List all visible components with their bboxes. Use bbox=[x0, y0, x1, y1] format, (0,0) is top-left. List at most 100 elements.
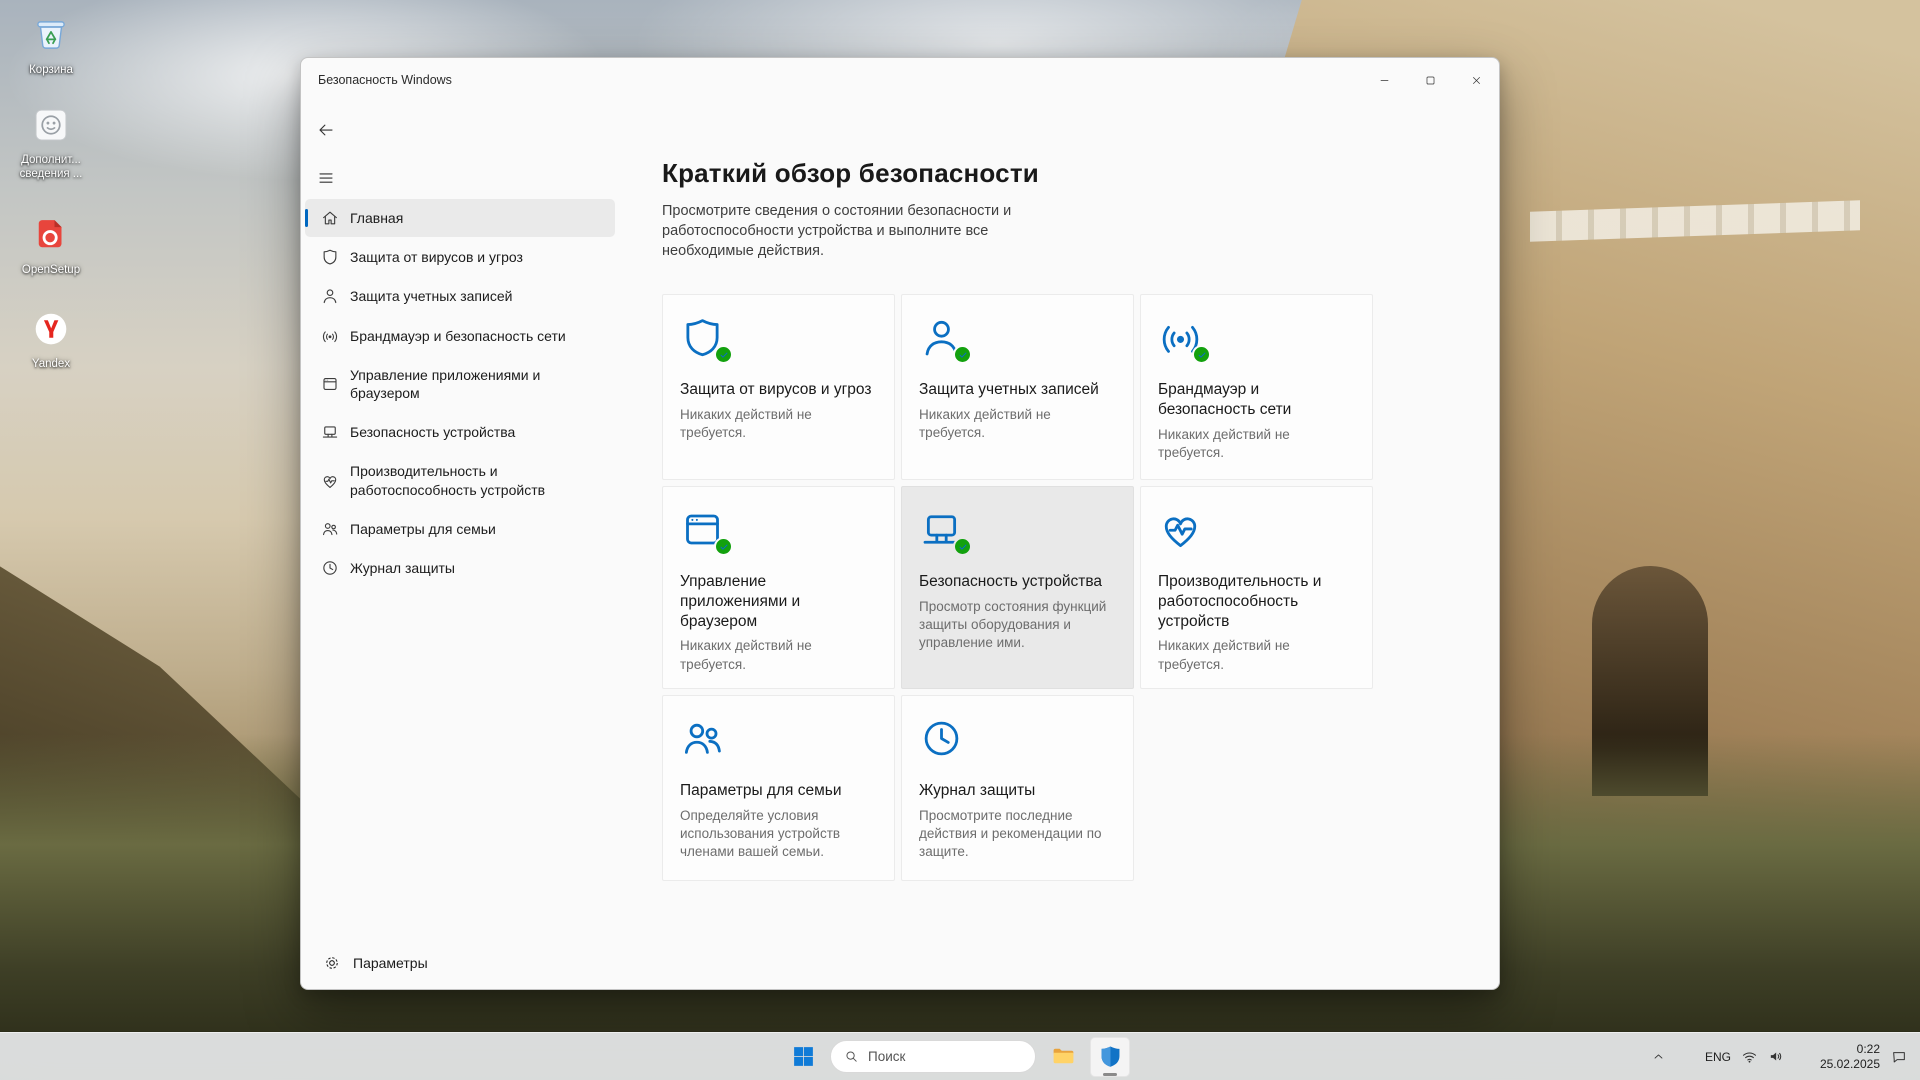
card-firewall-network[interactable]: Брандмауэр и безопасность сети Никаких д… bbox=[1140, 294, 1373, 480]
device-icon bbox=[919, 507, 972, 556]
wifi-button[interactable] bbox=[1736, 1037, 1763, 1077]
opensetup-icon bbox=[30, 214, 72, 261]
desktop-icon-recycle-bin[interactable]: Корзина bbox=[10, 14, 92, 78]
defender-shield-icon bbox=[1098, 1044, 1123, 1069]
search-icon bbox=[844, 1049, 859, 1064]
windows-security-window: Безопасность Windows Главная Защита от в… bbox=[300, 57, 1500, 990]
start-button[interactable] bbox=[783, 1037, 823, 1077]
person-icon bbox=[919, 315, 972, 364]
shield-icon bbox=[680, 315, 733, 364]
card-status: Никаких действий не требуется. bbox=[1158, 638, 1290, 672]
card-family-options[interactable]: Параметры для семьи Определяйте условия … bbox=[662, 694, 895, 881]
sidebar-item-device-security[interactable]: Безопасность устройства bbox=[305, 413, 615, 451]
sidebar-item-label: Брандмауэр и безопасность сети bbox=[350, 327, 566, 344]
card-status: Никаких действий не требуется. bbox=[919, 406, 1051, 441]
clock[interactable]: 0:22 25.02.2025 bbox=[1802, 1042, 1880, 1072]
security-cards-grid: Защита от вирусов и угроз Никаких действ… bbox=[662, 294, 1469, 881]
search-input[interactable] bbox=[868, 1049, 1008, 1064]
page-title: Краткий обзор безопасности bbox=[662, 158, 1039, 188]
sidebar-settings-button[interactable]: Параметры bbox=[301, 939, 619, 989]
tray-time: 0:22 bbox=[1856, 1041, 1880, 1056]
info-file-icon bbox=[30, 104, 72, 151]
notification-center-button[interactable] bbox=[1886, 1037, 1912, 1077]
windows-security-taskbar-button[interactable] bbox=[1090, 1036, 1130, 1077]
chevron-up-icon bbox=[1651, 1049, 1666, 1064]
sidebar-item-virus-protection[interactable]: Защита от вирусов и угроз bbox=[305, 238, 615, 276]
sidebar-item-label: Управление приложениями и браузером bbox=[350, 366, 541, 401]
desktop-icon-opensetup[interactable]: OpenSetup bbox=[10, 214, 92, 278]
green-check-icon bbox=[1192, 345, 1211, 364]
family-icon bbox=[321, 520, 339, 538]
card-title: Защита от вирусов и угроз bbox=[680, 381, 872, 398]
apps-icon bbox=[321, 375, 339, 393]
sidebar-item-home[interactable]: Главная bbox=[305, 199, 615, 238]
language-indicator[interactable]: ENG bbox=[1700, 1037, 1736, 1077]
card-account-protection[interactable]: Защита учетных записей Никаких действий … bbox=[901, 294, 1134, 480]
card-title: Брандмауэр и безопасность сети bbox=[1158, 381, 1292, 418]
card-title: Управление приложениями и браузером bbox=[680, 573, 801, 630]
green-check-icon bbox=[714, 345, 733, 364]
desktop-icon-label: OpenSetup bbox=[21, 264, 81, 276]
sidebar-item-family-options[interactable]: Параметры для семьи bbox=[305, 510, 615, 548]
card-title: Производительность и работоспособность у… bbox=[1158, 573, 1322, 630]
gear-icon bbox=[323, 954, 341, 972]
green-check-icon bbox=[953, 537, 972, 556]
sidebar-item-label: Безопасность устройства bbox=[350, 424, 516, 441]
card-device-security[interactable]: Безопасность устройства Просмотр состоян… bbox=[901, 486, 1134, 689]
speaker-icon bbox=[1768, 1048, 1785, 1065]
person-icon bbox=[321, 287, 339, 305]
desktop-icon-yandex[interactable]: Yandex bbox=[10, 308, 92, 372]
desktop-icon-additional-info[interactable]: Дополнит... сведения ... bbox=[10, 104, 92, 182]
sidebar-item-label: Главная bbox=[350, 210, 404, 226]
card-app-browser-control[interactable]: Управление приложениями и браузером Ника… bbox=[662, 486, 895, 689]
card-device-health[interactable]: Производительность и работоспособность у… bbox=[1140, 486, 1373, 689]
folder-icon bbox=[1051, 1044, 1076, 1069]
sidebar-item-protection-history[interactable]: Журнал защиты bbox=[305, 549, 615, 587]
card-status: Никаких действий не требуется. bbox=[1158, 426, 1290, 460]
health-icon bbox=[1158, 507, 1206, 553]
history-icon bbox=[919, 716, 967, 762]
card-status: Никаких действий не требуется. bbox=[680, 406, 812, 441]
system-tray: ENG 0:22 25.02.2025 bbox=[1644, 1033, 1920, 1080]
back-button[interactable] bbox=[317, 115, 353, 145]
volume-button[interactable] bbox=[1763, 1037, 1790, 1077]
home-icon bbox=[321, 209, 339, 227]
yandex-icon bbox=[30, 308, 72, 355]
maximize-button[interactable] bbox=[1407, 58, 1453, 102]
sidebar-nav: Главная Защита от вирусов и угроз Защита… bbox=[301, 199, 619, 587]
desktop-icon-label: Yandex bbox=[31, 358, 71, 370]
card-title: Журнал защиты bbox=[919, 781, 1036, 799]
taskbar-search[interactable] bbox=[830, 1040, 1036, 1073]
file-explorer-button[interactable] bbox=[1043, 1037, 1083, 1077]
minimize-button[interactable] bbox=[1361, 58, 1407, 102]
taskbar-center bbox=[783, 1033, 1130, 1080]
card-status: Просмотрите последние действия и рекомен… bbox=[919, 807, 1102, 860]
windows-logo-icon bbox=[791, 1044, 816, 1069]
apps-icon bbox=[680, 507, 733, 556]
sidebar-item-account-protection[interactable]: Защита учетных записей bbox=[305, 277, 615, 315]
label-line-1: Дополнит... bbox=[21, 154, 81, 166]
shield-icon bbox=[321, 248, 339, 266]
card-virus-protection[interactable]: Защита от вирусов и угроз Никаких действ… bbox=[662, 294, 895, 480]
sidebar-item-firewall-network[interactable]: Брандмауэр и безопасность сети bbox=[305, 317, 615, 355]
settings-label: Параметры bbox=[353, 955, 428, 971]
notification-bubble-icon bbox=[1891, 1049, 1907, 1065]
network-icon bbox=[1158, 315, 1211, 364]
card-status: Никаких действий не требуется. bbox=[680, 638, 812, 672]
sidebar-item-device-health[interactable]: Производительность и работоспособность у… bbox=[305, 452, 615, 508]
page-subtitle: Просмотрите сведения о состоянии безопас… bbox=[662, 203, 1012, 259]
close-button[interactable] bbox=[1453, 58, 1499, 102]
menu-button[interactable] bbox=[317, 163, 353, 193]
main-content: Краткий обзор безопасности Просмотрите с… bbox=[619, 102, 1499, 989]
health-icon bbox=[321, 472, 339, 490]
sidebar-item-label: Производительность и работоспособность у… bbox=[350, 463, 546, 498]
window-titlebar[interactable]: Безопасность Windows bbox=[301, 58, 1499, 102]
card-title: Безопасность устройства bbox=[919, 573, 1103, 590]
tray-overflow-button[interactable] bbox=[1644, 1037, 1672, 1077]
sidebar-item-label: Параметры для семьи bbox=[350, 520, 496, 537]
sidebar-item-app-browser-control[interactable]: Управление приложениями и браузером bbox=[305, 356, 615, 412]
card-status: Просмотр состояния функций защиты оборуд… bbox=[919, 598, 1107, 651]
green-check-icon bbox=[714, 537, 733, 556]
card-protection-history[interactable]: Журнал защиты Просмотрите последние дейс… bbox=[901, 694, 1134, 881]
sidebar-item-label: Защита учетных записей bbox=[350, 288, 513, 305]
